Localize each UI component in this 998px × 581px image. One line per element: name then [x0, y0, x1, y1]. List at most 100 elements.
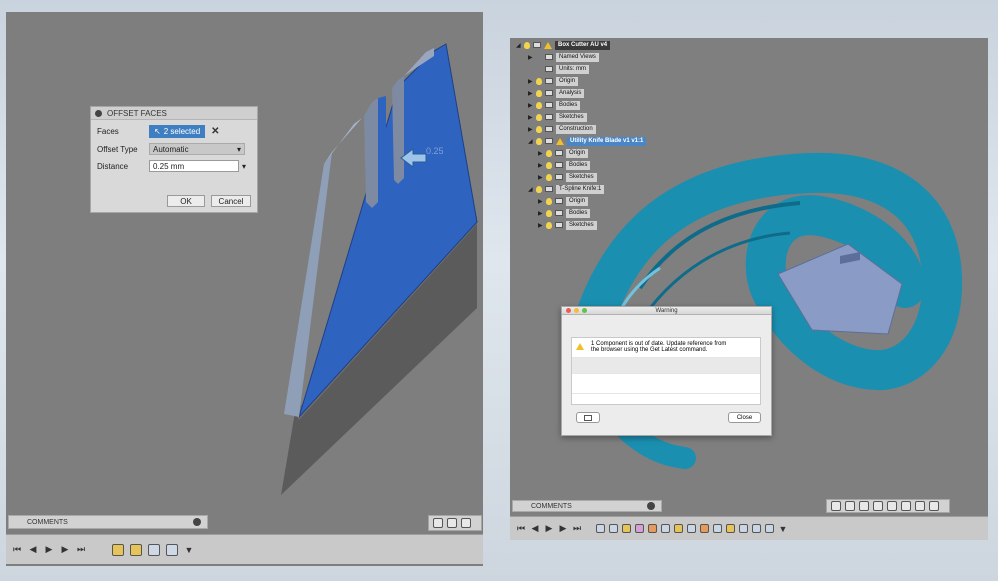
tree-item-blade-bodies[interactable]: ▶ Bodies [538, 160, 591, 170]
offset-type-select[interactable]: Automatic ▾ [149, 143, 245, 155]
tree-root[interactable]: ◢ Box Cutter AU v4 [516, 40, 611, 50]
go-to-end-icon[interactable]: ⏭ [572, 523, 582, 534]
expand-arrow-icon[interactable]: ▶ [538, 150, 544, 157]
timeline-feature-icon[interactable] [726, 524, 735, 533]
feature-sketch-icon[interactable] [112, 543, 124, 556]
expand-arrow-icon[interactable]: ▶ [528, 102, 534, 109]
tree-item-origin[interactable]: ▶ Origin [528, 76, 579, 86]
orbit-icon[interactable] [433, 518, 443, 528]
visibility-bulb-icon[interactable] [546, 197, 552, 205]
faces-selection-chip[interactable]: ↖ 2 selected [149, 125, 206, 138]
visibility-bulb-icon[interactable] [546, 149, 552, 157]
timeline-feature-icon[interactable] [596, 524, 605, 533]
go-to-start-icon[interactable]: ⏮ [516, 523, 526, 534]
feature-offset-icon[interactable] [166, 543, 178, 556]
display-settings-icon[interactable] [901, 501, 911, 511]
expand-arrow-icon[interactable]: ▶ [538, 222, 544, 229]
visibility-bulb-icon[interactable] [546, 209, 552, 217]
tree-item-sketches[interactable]: ▶ Sketches [528, 112, 587, 122]
tree-item-knife-bodies[interactable]: ▶ Bodies [538, 208, 591, 218]
step-back-icon[interactable]: ◀ [530, 523, 540, 534]
expand-arrow-icon[interactable]: ▶ [538, 174, 544, 181]
timeline-feature-icon[interactable] [765, 524, 774, 533]
timeline-marker-icon[interactable]: ▼ [184, 545, 194, 555]
collapse-arrow-icon[interactable]: ◢ [516, 42, 522, 49]
tree-item-blade-component[interactable]: ◢ Utility Knife Blade v1 v1:1 [528, 136, 647, 146]
visibility-bulb-icon[interactable] [546, 161, 552, 169]
timeline-feature-icon[interactable] [713, 524, 722, 533]
pan-icon[interactable] [461, 518, 471, 528]
step-back-icon[interactable]: ◀ [28, 544, 38, 555]
timeline-feature-icon[interactable] [700, 524, 709, 533]
tree-item-named-views[interactable]: ▶ Named Views [528, 52, 599, 62]
pan-icon[interactable] [859, 501, 869, 511]
tree-item-blade-origin[interactable]: ▶ Origin [538, 148, 589, 158]
ok-button[interactable]: OK [167, 195, 205, 207]
tree-item-units[interactable]: Units: mm [528, 64, 589, 74]
expand-arrow-icon[interactable]: ▶ [528, 114, 534, 121]
step-forward-icon[interactable]: ▶ [544, 523, 554, 534]
look-at-icon[interactable] [845, 501, 855, 511]
play-icon[interactable]: ▶ [60, 544, 70, 555]
play-icon[interactable]: ▶ [558, 523, 568, 534]
feature-sketch-icon-2[interactable] [130, 543, 142, 556]
timeline-feature-icon[interactable] [739, 524, 748, 533]
distance-input[interactable]: 0.25 mm [149, 160, 239, 172]
comments-toggle-icon[interactable] [193, 518, 201, 526]
timeline-marker-icon[interactable]: ▼ [778, 524, 788, 534]
look-at-icon[interactable] [447, 518, 457, 528]
timeline-feature-icon[interactable] [661, 524, 670, 533]
expand-arrow-icon[interactable]: ▶ [528, 78, 534, 85]
clear-selection-icon[interactable]: ✕ [211, 126, 219, 137]
orbit-icon[interactable] [831, 501, 841, 511]
timeline-feature-icon[interactable] [674, 524, 683, 533]
fit-icon[interactable] [887, 501, 897, 511]
visibility-bulb-icon[interactable] [536, 101, 542, 109]
distance-dropdown-icon[interactable]: ▾ [242, 162, 246, 171]
expand-arrow-icon[interactable]: ▶ [538, 210, 544, 217]
tree-item-analysis[interactable]: ▶ Analysis [528, 88, 585, 98]
tree-item-bodies[interactable]: ▶ Bodies [528, 100, 581, 110]
visibility-bulb-icon[interactable] [524, 41, 530, 49]
expand-arrow-icon[interactable]: ▶ [538, 162, 544, 169]
close-window-icon[interactable] [566, 308, 571, 313]
close-button[interactable]: Close [728, 412, 761, 423]
comments-bar[interactable]: COMMENTS [512, 500, 662, 512]
visibility-bulb-icon[interactable] [536, 185, 542, 193]
visibility-bulb-icon[interactable] [536, 89, 542, 97]
grid-icon[interactable] [915, 501, 925, 511]
copy-button[interactable] [576, 412, 600, 423]
expand-arrow-icon[interactable]: ▶ [538, 198, 544, 205]
visibility-bulb-icon[interactable] [536, 137, 542, 145]
visibility-bulb-icon[interactable] [546, 221, 552, 229]
timeline-feature-icon[interactable] [648, 524, 657, 533]
step-forward-icon[interactable]: ▶ [44, 544, 54, 555]
visibility-bulb-icon[interactable] [546, 173, 552, 181]
visibility-bulb-icon[interactable] [536, 125, 542, 133]
viewports-icon[interactable] [929, 501, 939, 511]
tree-item-tspline-knife[interactable]: ◢ T-Spline Knife:1 [528, 184, 605, 194]
cancel-button[interactable]: Cancel [211, 195, 251, 207]
zoom-icon[interactable] [873, 501, 883, 511]
go-to-end-icon[interactable]: ⏭ [76, 544, 86, 555]
expand-arrow-icon[interactable]: ▶ [528, 54, 534, 61]
zoom-window-icon[interactable] [582, 308, 587, 313]
visibility-bulb-icon[interactable] [536, 77, 542, 85]
feature-extrude-icon[interactable] [148, 543, 160, 556]
collapse-icon[interactable] [95, 109, 102, 117]
timeline-feature-icon[interactable] [687, 524, 696, 533]
collapse-arrow-icon[interactable]: ◢ [528, 138, 534, 145]
timeline-feature-icon[interactable] [622, 524, 631, 533]
collapse-arrow-icon[interactable]: ◢ [528, 186, 534, 193]
tree-item-knife-sketches[interactable]: ▶ Sketches [538, 220, 597, 230]
left-viewport[interactable]: 0.25 [6, 12, 483, 515]
tree-item-construction[interactable]: ▶ Construction [528, 124, 596, 134]
timeline-feature-icon[interactable] [635, 524, 644, 533]
visibility-bulb-icon[interactable] [536, 113, 542, 121]
go-to-start-icon[interactable]: ⏮ [12, 544, 22, 555]
comments-bar[interactable]: COMMENTS [8, 515, 208, 529]
timeline-feature-icon[interactable] [609, 524, 618, 533]
comments-toggle-icon[interactable] [647, 502, 655, 510]
expand-arrow-icon[interactable]: ▶ [528, 90, 534, 97]
timeline-feature-icon[interactable] [752, 524, 761, 533]
